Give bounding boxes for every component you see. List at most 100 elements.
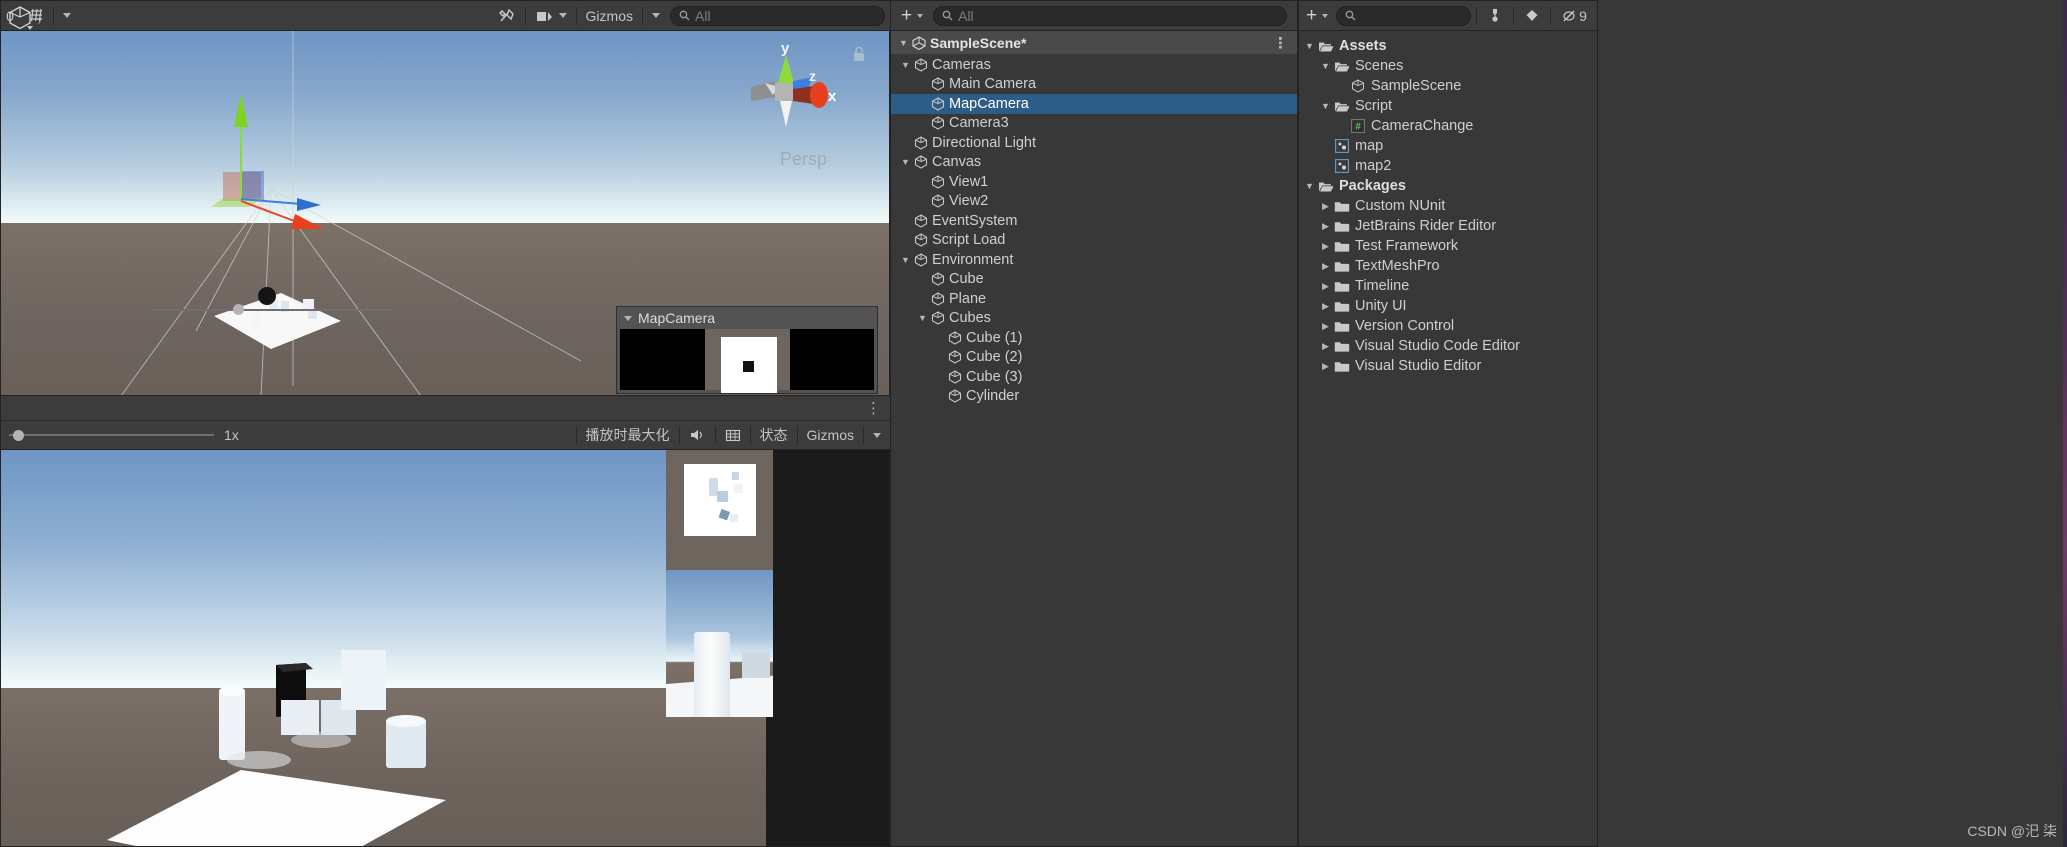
- project-item-label: Visual Studio Code Editor: [1355, 338, 1520, 354]
- project-item-timeline[interactable]: ▶ Timeline: [1299, 276, 1597, 296]
- lock-icon[interactable]: [851, 45, 867, 63]
- hierarchy-item-cube[interactable]: Cube: [891, 270, 1297, 290]
- preview-letterbox-left: [620, 329, 705, 390]
- chevron-right-icon[interactable]: ▶: [1319, 221, 1332, 232]
- maximize-on-play-button[interactable]: 播放时最大化: [580, 423, 676, 447]
- field-of-view-slider[interactable]: [151, 301, 391, 318]
- project-search-input[interactable]: [1336, 5, 1472, 26]
- gizmo-center-cube[interactable]: [775, 83, 795, 101]
- hierarchy-search-input[interactable]: All: [933, 5, 1287, 26]
- hierarchy-item-cylinder[interactable]: Cylinder: [891, 387, 1297, 407]
- project-label-filter-button[interactable]: [1519, 4, 1545, 28]
- project-item-jetbrains-rider-editor[interactable]: ▶ JetBrains Rider Editor: [1299, 216, 1597, 236]
- hierarchy-item-mapcamera[interactable]: MapCamera: [891, 94, 1297, 114]
- gizmo-arrow-z[interactable]: [297, 198, 321, 211]
- project-item-assets[interactable]: ▼ Assets: [1299, 36, 1597, 56]
- gizmo-arrow-x[interactable]: [291, 214, 324, 229]
- chevron-right-icon[interactable]: ▶: [1319, 361, 1332, 372]
- chevron-down-icon[interactable]: ▼: [899, 60, 912, 70]
- folder-icon: [1332, 320, 1351, 333]
- chevron-right-icon[interactable]: ▶: [1319, 201, 1332, 212]
- project-item-scenes[interactable]: ▼ Scenes: [1299, 56, 1597, 76]
- hierarchy-item-plane[interactable]: Plane: [891, 289, 1297, 309]
- game-gizmos-dropdown[interactable]: [867, 423, 891, 447]
- project-packages-filter-button[interactable]: [1482, 4, 1508, 28]
- scene-viewport[interactable]: y z x Persp MapCamera: [1, 31, 889, 396]
- chevron-down-icon[interactable]: ▼: [897, 38, 910, 48]
- hierarchy-item-camera3[interactable]: Camera3: [891, 114, 1297, 134]
- scene-gizmos-button[interactable]: Gizmos: [580, 4, 639, 28]
- project-hidden-count-button[interactable]: 9: [1556, 4, 1593, 28]
- chevron-down-icon[interactable]: ▼: [899, 255, 912, 265]
- hierarchy-item-cube-1[interactable]: Cube (1): [891, 328, 1297, 348]
- hierarchy-item-eventsystem[interactable]: EventSystem: [891, 211, 1297, 231]
- hierarchy-item-view2[interactable]: View2: [891, 192, 1297, 212]
- project-item-visual-studio-code-editor[interactable]: ▶ Visual Studio Code Editor: [1299, 336, 1597, 356]
- chevron-down-icon[interactable]: ▼: [1319, 61, 1332, 71]
- project-item-samplescene[interactable]: SampleScene: [1299, 76, 1597, 96]
- hierarchy-item-view1[interactable]: View1: [891, 172, 1297, 192]
- project-tree[interactable]: ▼ Assets ▼ Scenes SampleScene ▼ Script # CameraC…: [1299, 32, 1597, 846]
- gizmo-cone-down[interactable]: [780, 101, 792, 127]
- game-scale-slider[interactable]: [9, 427, 214, 444]
- chevron-right-icon[interactable]: ▶: [1319, 261, 1332, 272]
- project-item-camerachange[interactable]: # CameraChange: [1299, 116, 1597, 136]
- mute-audio-button[interactable]: [683, 423, 712, 447]
- project-item-textmeshpro[interactable]: ▶ TextMeshPro: [1299, 256, 1597, 276]
- chevron-right-icon[interactable]: ▶: [1319, 301, 1332, 312]
- project-item-map2[interactable]: map2: [1299, 156, 1597, 176]
- camera-preview-header[interactable]: MapCamera: [617, 307, 877, 329]
- project-item-script[interactable]: ▼ Script: [1299, 96, 1597, 116]
- hierarchy-item-main-camera[interactable]: Main Camera: [891, 75, 1297, 95]
- frame-debug-button[interactable]: [719, 423, 747, 447]
- scene-grid-dropdown[interactable]: [57, 4, 77, 28]
- chevron-down-icon[interactable]: ▼: [1319, 101, 1332, 111]
- scene-orientation-gizmo[interactable]: y z x: [731, 39, 841, 149]
- project-item-unity-ui[interactable]: ▶ Unity UI: [1299, 296, 1597, 316]
- project-item-version-control[interactable]: ▶ Version Control: [1299, 316, 1597, 336]
- scene-projection-label[interactable]: Persp: [780, 149, 827, 170]
- scene-search-input[interactable]: All: [670, 5, 885, 26]
- hierarchy-item-cube-3[interactable]: Cube (3): [891, 367, 1297, 387]
- chevron-right-icon[interactable]: ▶: [1319, 321, 1332, 332]
- scene-gizmos-dropdown[interactable]: [646, 4, 666, 28]
- hierarchy-tree[interactable]: ▼ Cameras Main Camera MapCamera Camera3 Direc…: [891, 54, 1297, 846]
- gizmo-cone-up[interactable]: [778, 55, 794, 83]
- folder-open-icon: [1332, 100, 1351, 113]
- project-item-map[interactable]: map: [1299, 136, 1597, 156]
- kebab-menu-icon[interactable]: ⋮: [1273, 34, 1288, 52]
- kebab-menu-icon[interactable]: ⋮: [866, 399, 882, 417]
- hierarchy-item-environment[interactable]: ▼ Environment: [891, 250, 1297, 270]
- hierarchy-item-canvas[interactable]: ▼ Canvas: [891, 153, 1297, 173]
- chevron-down-icon[interactable]: ▼: [1303, 41, 1316, 51]
- hierarchy-item-cube-2[interactable]: Cube (2): [891, 348, 1297, 368]
- project-item-label: Unity UI: [1355, 298, 1407, 314]
- scene-tools-icon[interactable]: [492, 4, 522, 28]
- gizmo-arrow-y[interactable]: [234, 94, 248, 127]
- project-item-custom-nunit[interactable]: ▶ Custom NUnit: [1299, 196, 1597, 216]
- chevron-down-icon[interactable]: ▼: [1303, 181, 1316, 191]
- hierarchy-item-directional-light[interactable]: Directional Light: [891, 133, 1297, 153]
- hierarchy-search-placeholder: All: [958, 7, 974, 24]
- chevron-right-icon[interactable]: ▶: [1319, 341, 1332, 352]
- game-stats-button[interactable]: 状态: [754, 423, 794, 447]
- hierarchy-item-cubes[interactable]: ▼ Cubes: [891, 309, 1297, 329]
- hierarchy-item-cameras[interactable]: ▼ Cameras: [891, 55, 1297, 75]
- project-item-visual-studio-editor[interactable]: ▶ Visual Studio Editor: [1299, 356, 1597, 376]
- game-gizmos-button[interactable]: Gizmos: [801, 423, 860, 447]
- chevron-right-icon[interactable]: ▶: [1319, 281, 1332, 292]
- hierarchy-scene-row[interactable]: ▼ SampleScene* ⋮: [891, 31, 1297, 54]
- gizmo-cone-x[interactable]: [810, 82, 828, 108]
- chevron-right-icon[interactable]: ▶: [1319, 241, 1332, 252]
- chevron-down-icon[interactable]: ▼: [916, 313, 929, 323]
- camera-preview-overlay[interactable]: MapCamera: [616, 306, 878, 394]
- game-viewport[interactable]: [1, 450, 889, 846]
- project-item-test-framework[interactable]: ▶ Test Framework: [1299, 236, 1597, 256]
- hierarchy-item-script-load[interactable]: Script Load: [891, 231, 1297, 251]
- scene-visibility-icon[interactable]: [529, 4, 573, 28]
- hierarchy-add-button[interactable]: +: [895, 4, 929, 28]
- project-item-packages[interactable]: ▼ Packages: [1299, 176, 1597, 196]
- project-add-button[interactable]: +: [1302, 4, 1334, 28]
- chevron-down-icon[interactable]: ▼: [899, 157, 912, 167]
- chevron-down-icon[interactable]: [624, 315, 632, 321]
